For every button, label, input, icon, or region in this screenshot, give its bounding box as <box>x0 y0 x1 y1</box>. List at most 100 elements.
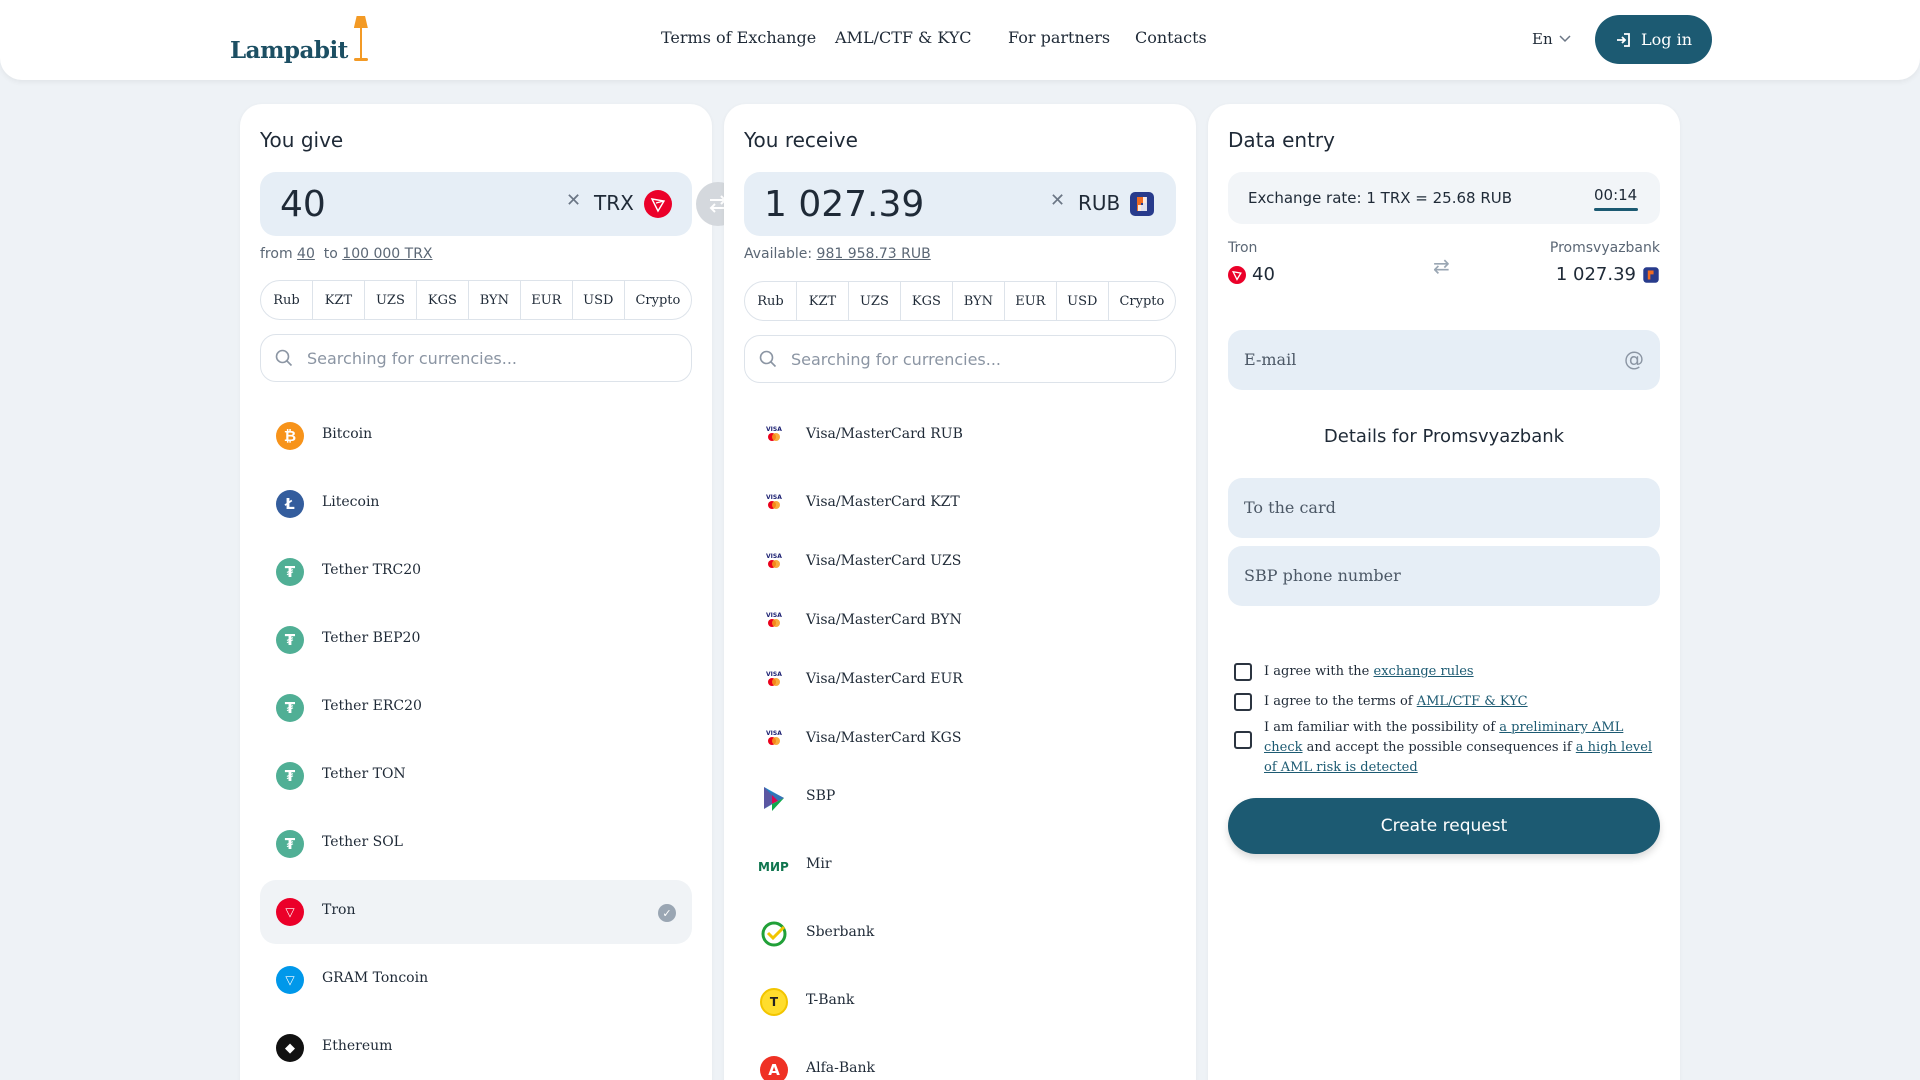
list-item-label: Visa/MasterCard EUR <box>806 671 963 687</box>
swap-arrows-icon: ⇄ <box>1433 254 1450 278</box>
at-icon: @ <box>1624 347 1644 371</box>
tab-crypto[interactable]: Crypto <box>1109 282 1175 320</box>
sbp-icon <box>764 787 784 811</box>
list-item[interactable]: ₮ Tether BEP20 <box>260 608 692 672</box>
tab-uzs[interactable]: UZS <box>365 281 417 319</box>
list-item-label: SBP <box>806 788 836 804</box>
details-title: Details for Promsvyazbank <box>1323 426 1565 447</box>
give-limits: from 40 to 100 000 TRX <box>260 246 433 262</box>
nav-contacts[interactable]: Contacts <box>1135 28 1207 47</box>
exchange-rules-link[interactable]: exchange rules <box>1374 664 1474 679</box>
list-item[interactable]: ▽ GRAM Toncoin <box>260 948 692 1012</box>
create-request-button[interactable]: Create request <box>1228 798 1660 854</box>
give-amount-value: 40 <box>280 184 326 225</box>
list-item[interactable]: МИР Mir <box>744 834 1176 898</box>
list-item-label: Ethereum <box>322 1038 393 1054</box>
list-item[interactable]: VISA Visa/MasterCard KZT <box>744 472 1176 536</box>
tab-uzs[interactable]: UZS <box>849 282 901 320</box>
visa-mastercard-icon: VISA <box>766 671 782 686</box>
list-item[interactable]: ₮ Tether TRC20 <box>260 540 692 604</box>
list-item-label: Tether TON <box>322 766 406 782</box>
list-item[interactable]: VISA Visa/MasterCard RUB <box>744 404 1176 468</box>
list-item-selected[interactable]: ▽ Tron ✓ <box>260 880 692 944</box>
search-icon <box>759 350 777 368</box>
login-button[interactable]: Log in <box>1595 15 1712 64</box>
agree-aml-check-text2: and accept the possible consequences if <box>1306 740 1572 755</box>
give-currency-tabs: Rub KZT UZS KGS BYN EUR USD Crypto <box>260 280 692 320</box>
receive-amount-field[interactable]: 1 027.39 ✕ RUB <box>744 172 1176 236</box>
list-item[interactable]: VISA Visa/MasterCard KGS <box>744 708 1176 772</box>
tab-kzt[interactable]: KZT <box>797 282 849 320</box>
list-item-label: Visa/MasterCard RUB <box>806 426 963 442</box>
visa-mastercard-icon: VISA <box>766 426 782 441</box>
tab-rub[interactable]: Rub <box>745 282 797 320</box>
limit-to-link[interactable]: 100 000 TRX <box>342 246 432 262</box>
card-label: To the card <box>1244 498 1336 517</box>
receive-search-input[interactable] <box>791 349 1151 369</box>
tab-byn[interactable]: BYN <box>953 282 1005 320</box>
tab-byn[interactable]: BYN <box>469 281 521 319</box>
limit-from-link[interactable]: 40 <box>297 246 315 262</box>
data-entry-title: Data entry <box>1228 128 1335 152</box>
tron-icon: ▽ <box>276 898 304 926</box>
give-amount-field[interactable]: 40 ✕ TRX <box>260 172 692 236</box>
agree-aml-checkbox[interactable] <box>1234 693 1252 711</box>
clear-icon[interactable]: ✕ <box>1050 190 1065 211</box>
list-item[interactable]: Ł Litecoin <box>260 472 692 536</box>
clear-icon[interactable]: ✕ <box>566 190 581 211</box>
list-item[interactable]: ₮ Tether TON <box>260 744 692 808</box>
list-item[interactable]: T T-Bank <box>744 970 1176 1034</box>
tab-eur[interactable]: EUR <box>1005 282 1057 320</box>
agree-aml: I agree to the terms of AML/CTF & KYC <box>1234 692 1528 712</box>
sbp-phone-field[interactable]: SBP phone number <box>1228 546 1660 606</box>
ethereum-icon: ◆ <box>276 1034 304 1062</box>
nav-terms-of-exchange[interactable]: Terms of Exchange <box>661 28 816 47</box>
card-number-field[interactable]: To the card <box>1228 478 1660 538</box>
receive-summary: 1 027.39 <box>1556 264 1660 285</box>
list-item-label: Visa/MasterCard BYN <box>806 612 962 628</box>
nav-for-partners[interactable]: For partners <box>1008 28 1110 47</box>
header: Lampabit Terms of Exchange AML/CTF & KYC… <box>0 0 1920 80</box>
check-icon: ✓ <box>658 904 676 922</box>
list-item[interactable]: ₮ Tether SOL <box>260 812 692 876</box>
give-search-input[interactable] <box>307 348 667 368</box>
tab-crypto[interactable]: Crypto <box>625 281 691 319</box>
list-item[interactable]: ₿ Bitcoin <box>260 404 692 468</box>
svg-text:VISA: VISA <box>766 671 782 678</box>
nav-aml-kyc[interactable]: AML/CTF & KYC <box>835 28 971 47</box>
agree-aml-check-checkbox[interactable] <box>1234 731 1252 749</box>
tab-rub[interactable]: Rub <box>261 281 313 319</box>
language-select[interactable]: En <box>1532 30 1571 48</box>
tab-eur[interactable]: EUR <box>521 281 573 319</box>
list-item[interactable]: VISA Visa/MasterCard EUR <box>744 649 1176 713</box>
visa-mastercard-icon: VISA <box>766 494 782 509</box>
list-item[interactable]: ₮ Tether ERC20 <box>260 676 692 740</box>
list-item[interactable]: A Alfa-Bank <box>744 1038 1176 1080</box>
list-item-label: Mir <box>806 856 832 872</box>
give-panel: You give 40 ✕ TRX from 40 to 100 000 TRX… <box>240 104 712 1080</box>
timer-progress <box>1594 208 1638 211</box>
mir-icon: МИР <box>758 860 789 874</box>
logo[interactable]: Lampabit <box>230 14 372 64</box>
tbank-icon: T <box>760 988 788 1016</box>
list-item-label: Tether BEP20 <box>322 630 421 646</box>
list-item[interactable]: Sberbank <box>744 902 1176 966</box>
tab-kgs[interactable]: KGS <box>417 281 469 319</box>
tab-usd[interactable]: USD <box>1057 282 1109 320</box>
aml-kyc-link[interactable]: AML/CTF & KYC <box>1417 694 1528 709</box>
available-link[interactable]: 981 958.73 RUB <box>817 246 931 262</box>
sberbank-icon <box>761 921 787 947</box>
agree-rules-checkbox[interactable] <box>1234 663 1252 681</box>
list-item[interactable]: VISA Visa/MasterCard BYN <box>744 590 1176 654</box>
list-item[interactable]: ◆ Ethereum <box>260 1016 692 1080</box>
language-value: En <box>1532 30 1553 48</box>
tab-kzt[interactable]: KZT <box>313 281 365 319</box>
list-item[interactable]: SBP <box>744 766 1176 830</box>
list-item[interactable]: VISA Visa/MasterCard UZS <box>744 531 1176 595</box>
tab-usd[interactable]: USD <box>573 281 625 319</box>
login-label: Log in <box>1640 30 1692 49</box>
email-field[interactable]: E-mail @ <box>1228 330 1660 390</box>
svg-text:VISA: VISA <box>766 426 782 433</box>
agree-rules: I agree with the exchange rules <box>1234 662 1474 682</box>
tab-kgs[interactable]: KGS <box>901 282 953 320</box>
